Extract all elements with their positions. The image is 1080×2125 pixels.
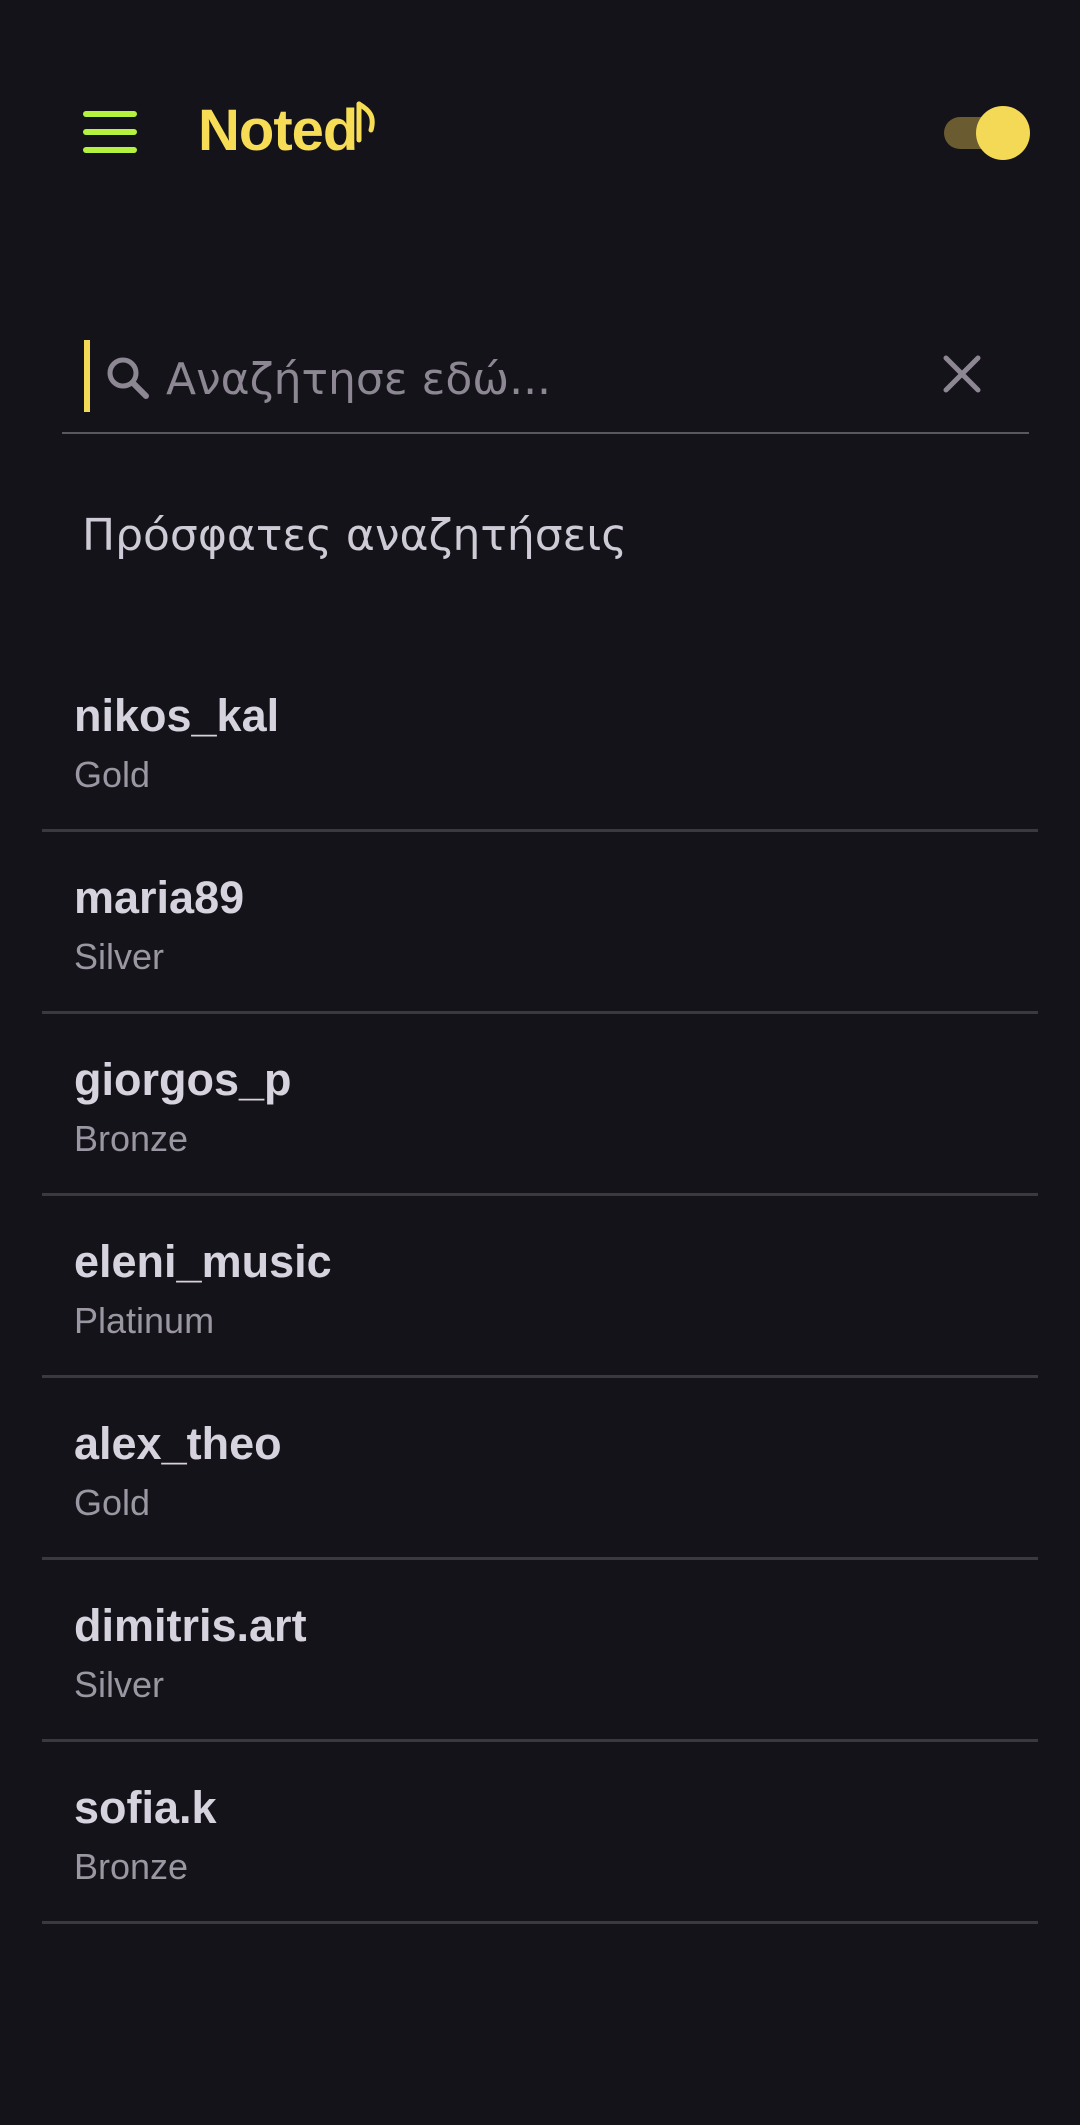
tier-label: Bronze — [74, 1846, 189, 1887]
list-item[interactable]: giorgos_p Bronze — [42, 1014, 1038, 1196]
tier-label: Gold — [74, 754, 151, 795]
hamburger-menu-icon[interactable] — [80, 108, 140, 156]
username: sofia.k — [74, 1782, 217, 1833]
music-note-icon — [356, 101, 376, 143]
theme-toggle[interactable] — [944, 104, 1030, 162]
search-underline — [62, 432, 1029, 434]
toggle-knob — [976, 106, 1030, 160]
list-item[interactable]: maria89 Silver — [42, 832, 1038, 1014]
text-cursor — [84, 340, 90, 412]
username: maria89 — [74, 872, 245, 923]
tier-label: Silver — [74, 1664, 165, 1705]
menu-bar — [83, 129, 137, 135]
username: nikos_kal — [74, 690, 280, 741]
username: giorgos_p — [74, 1054, 292, 1105]
app-header: Noted — [0, 0, 1080, 260]
username: alex_theo — [74, 1418, 282, 1469]
recent-searches-list: nikos_kal Gold maria89 Silver giorgos_p … — [42, 650, 1038, 1924]
list-item[interactable]: dimitris.art Silver — [42, 1560, 1038, 1742]
tier-label: Bronze — [74, 1118, 189, 1159]
recent-searches-title: Πρόσφατες αναζητήσεις — [82, 510, 628, 561]
list-item[interactable]: sofia.k Bronze — [42, 1742, 1038, 1924]
list-item[interactable]: eleni_music Platinum — [42, 1196, 1038, 1378]
list-item[interactable]: alex_theo Gold — [42, 1378, 1038, 1560]
username: eleni_music — [74, 1236, 332, 1287]
search-bar — [62, 330, 1029, 434]
tier-label: Platinum — [74, 1300, 215, 1341]
username: dimitris.art — [74, 1600, 307, 1651]
tier-label: Silver — [74, 936, 165, 977]
close-icon[interactable] — [932, 344, 992, 404]
tier-label: Gold — [74, 1482, 151, 1523]
list-item[interactable]: nikos_kal Gold — [42, 650, 1038, 832]
menu-bar — [83, 147, 137, 153]
menu-bar — [83, 111, 137, 117]
search-input[interactable] — [166, 344, 926, 414]
app-logo: Noted — [198, 96, 377, 166]
logo-text: Noted — [198, 98, 358, 163]
search-icon — [107, 357, 149, 399]
